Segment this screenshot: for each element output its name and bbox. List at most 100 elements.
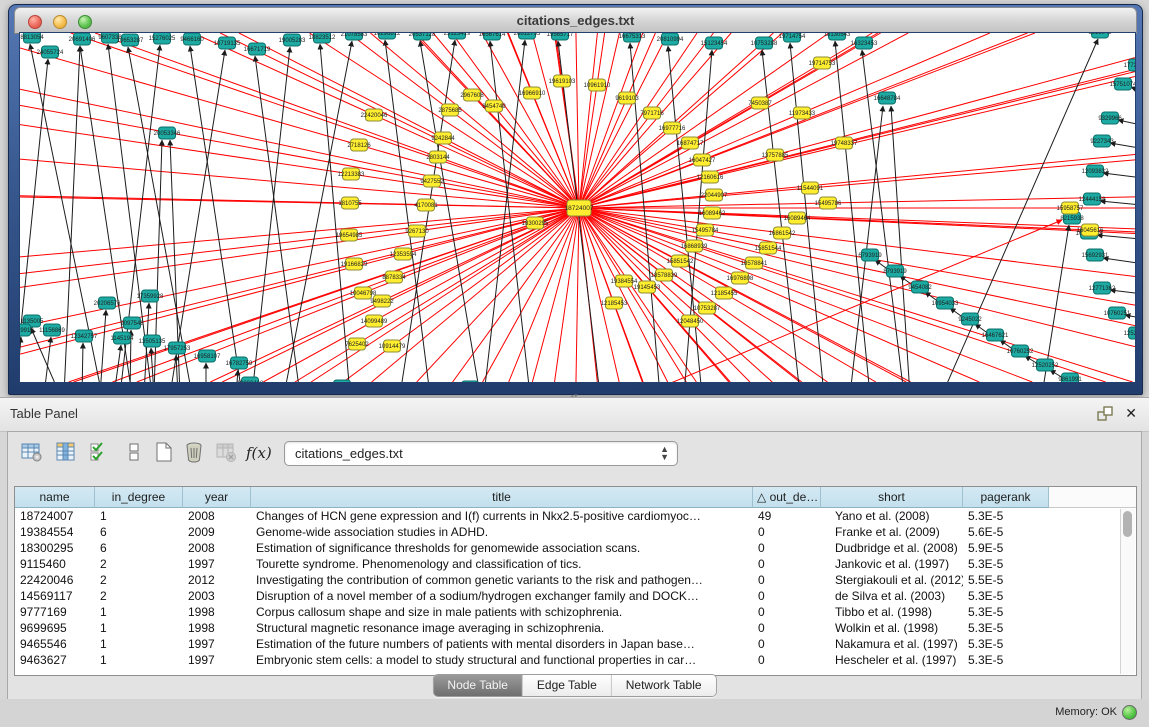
graph-node[interactable]: 9227343: [1090, 135, 1114, 147]
cell-out_degree[interactable]: 0: [753, 540, 821, 556]
graph-node[interactable]: 16671719: [244, 43, 271, 55]
table-row[interactable]: 946554611997Estimation of the future num…: [15, 636, 1136, 652]
graph-node[interactable]: 19619103: [549, 75, 576, 87]
table-settings-icon[interactable]: [18, 439, 46, 467]
cell-title[interactable]: Embryonic stem cells: a model to study s…: [251, 652, 753, 668]
graph-node[interactable]: 16958107: [194, 350, 221, 362]
graph-node[interactable]: 14099489: [361, 315, 388, 327]
graph-node[interactable]: 18578841: [741, 257, 768, 269]
graph-node[interactable]: 12520252: [1032, 359, 1059, 371]
graph-node[interactable]: 7971716: [640, 107, 664, 119]
graph-node[interactable]: 9454082: [908, 281, 932, 293]
column-header-pagerank[interactable]: pagerank: [963, 487, 1049, 508]
graph-node[interactable]: 25123419: [444, 33, 471, 39]
cell-out_degree[interactable]: 0: [753, 604, 821, 620]
cell-in_degree[interactable]: 1: [95, 636, 183, 652]
create-new-attribute-icon[interactable]: [150, 439, 178, 467]
memory-ok-indicator[interactable]: [1122, 705, 1137, 720]
graph-node[interactable]: 26812753: [514, 33, 541, 39]
cell-pagerank[interactable]: 5.3E-5: [963, 604, 1049, 620]
column-header-name[interactable]: name: [15, 487, 95, 508]
cell-title[interactable]: Changes of HCN gene expression and I(f) …: [251, 508, 753, 524]
cell-year[interactable]: 1997: [183, 556, 251, 572]
cell-short[interactable]: Hescheler et al. (1997): [821, 652, 963, 668]
cell-name[interactable]: 9777169: [15, 604, 95, 620]
graph-node[interactable]: 16782759: [226, 357, 253, 369]
table-row[interactable]: 1456911722003Disruption of a novel membe…: [15, 588, 1136, 604]
table-row[interactable]: 977716911998Corpus callosum shape and si…: [15, 604, 1136, 620]
graph-node[interactable]: 6793919: [858, 249, 882, 261]
graph-node[interactable]: 16089462: [699, 207, 726, 219]
float-panel-icon[interactable]: [1097, 406, 1113, 422]
graph-node[interactable]: 16966910: [519, 87, 546, 99]
table-row[interactable]: 1830029562008Estimation of significance …: [15, 540, 1136, 556]
graph-node[interactable]: 8454749: [482, 100, 506, 112]
cell-name[interactable]: 9465546: [15, 636, 95, 652]
close-panel-icon[interactable]: ✕: [1125, 405, 1137, 422]
graph-node[interactable]: 15751074: [1110, 78, 1135, 90]
cell-title[interactable]: Investigating the contribution of common…: [251, 572, 753, 588]
graph-node[interactable]: 10914479: [379, 340, 406, 352]
tab-edge-table[interactable]: Edge Table: [523, 675, 612, 696]
graph-node[interactable]: 16323453: [851, 37, 878, 49]
cell-name[interactable]: 22420046: [15, 572, 95, 588]
graph-node[interactable]: 16467621: [982, 329, 1009, 341]
cell-pagerank[interactable]: 5.9E-5: [963, 540, 1049, 556]
graph-node[interactable]: 15276025: [149, 33, 176, 44]
cell-out_degree[interactable]: 0: [753, 572, 821, 588]
cell-in_degree[interactable]: 6: [95, 524, 183, 540]
cell-short[interactable]: Jankovic et al. (1997): [821, 556, 963, 572]
cell-name[interactable]: 9699695: [15, 620, 95, 636]
cell-pagerank[interactable]: 5.3E-5: [963, 508, 1049, 524]
cell-out_degree[interactable]: 0: [753, 652, 821, 668]
graph-node[interactable]: 13508135: [457, 381, 484, 382]
network-view-canvas[interactable]: 8813054240557242069140696073381065328715…: [19, 32, 1136, 383]
graph-node[interactable]: 16567614: [479, 33, 506, 40]
graph-node[interactable]: 15123454: [701, 37, 728, 49]
graph-node[interactable]: 9498222: [370, 295, 394, 307]
cell-title[interactable]: Estimation of significance thresholds fo…: [251, 540, 753, 556]
table-row[interactable]: 911546021997Tourette syndrome. Phenomeno…: [15, 556, 1136, 572]
cell-year[interactable]: 1998: [183, 604, 251, 620]
graph-node[interactable]: 17957253: [164, 342, 191, 354]
cell-year[interactable]: 2009: [183, 524, 251, 540]
column-header-short[interactable]: short: [821, 487, 963, 508]
graph-node[interactable]: 2875685: [438, 104, 462, 116]
graph-node[interactable]: 15495784: [692, 224, 719, 236]
graph-node[interactable]: 9518049: [1088, 33, 1112, 38]
graph-node[interactable]: 20810994: [657, 33, 684, 45]
cell-year[interactable]: 1998: [183, 620, 251, 636]
graph-node[interactable]: 2803144: [426, 151, 450, 163]
graph-node[interactable]: 10760252: [1007, 345, 1034, 357]
table-row[interactable]: 2242004622012Investigating the contribut…: [15, 572, 1136, 588]
graph-node[interactable]: 19565717: [547, 33, 574, 40]
graph-node[interactable]: 18823512: [309, 33, 336, 43]
graph-node[interactable]: 12444158: [1079, 193, 1106, 205]
graph-node[interactable]: 20537128: [409, 33, 436, 40]
graph-node[interactable]: 9267130: [405, 225, 429, 237]
graph-node[interactable]: 2718126: [347, 139, 371, 151]
graph-node[interactable]: 8793919: [883, 265, 907, 277]
graph-node[interactable]: 16868939: [681, 240, 708, 252]
graph-node[interactable]: 10719135: [214, 37, 241, 49]
graph-node[interactable]: 19005283: [279, 34, 306, 46]
graph-node[interactable]: 19714753: [809, 57, 836, 69]
cell-title[interactable]: Genome-wide association studies in ADHD.: [251, 524, 753, 540]
graph-node[interactable]: 9427552: [420, 175, 444, 187]
cell-in_degree[interactable]: 1: [95, 604, 183, 620]
cell-in_degree[interactable]: 1: [95, 652, 183, 668]
cell-title[interactable]: Tourette syndrome. Phenomenology and cla…: [251, 556, 753, 572]
graph-node[interactable]: 9329966: [1098, 112, 1122, 124]
cell-year[interactable]: 2003: [183, 588, 251, 604]
graph-node[interactable]: 22044907: [701, 189, 728, 201]
graph-node[interactable]: 11544091: [797, 182, 824, 194]
graph-node[interactable]: 16861542: [769, 227, 796, 239]
cell-out_degree[interactable]: 0: [753, 620, 821, 636]
graph-node[interactable]: 18578839: [651, 269, 678, 281]
graph-node[interactable]: 15851544: [755, 242, 782, 254]
column-header-in_degree[interactable]: in_degree: [95, 487, 183, 508]
graph-node[interactable]: 10753287: [694, 302, 721, 314]
graph-node[interactable]: 8813054: [20, 33, 44, 43]
graph-node[interactable]: 9619103: [615, 92, 639, 104]
table-row[interactable]: 1872400712008Changes of HCN gene express…: [15, 508, 1136, 524]
